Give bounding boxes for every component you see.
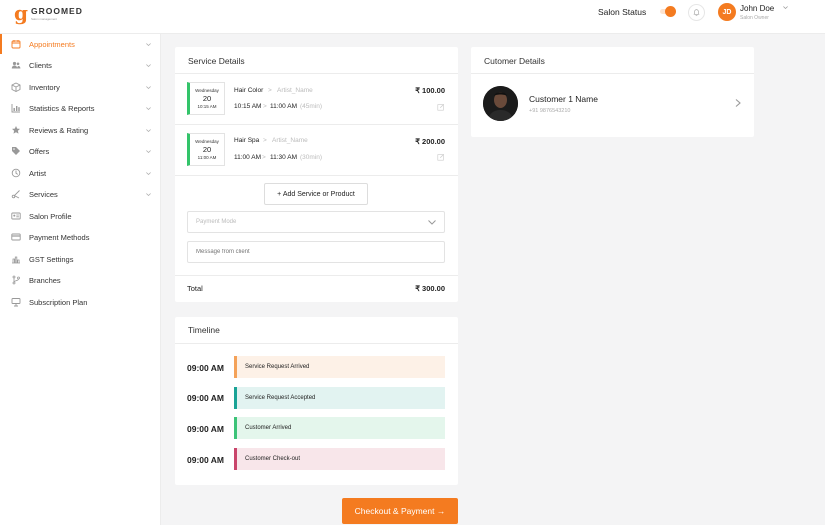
artist-icon [11,168,21,178]
service-artist[interactable]: Artist_Name [272,137,308,144]
sidebar-item-inventory[interactable]: Inventory [0,77,161,97]
chevron-down-icon[interactable] [145,62,152,69]
timeline-event: Customer Check-out [234,448,445,470]
timeline-time: 09:00 AM [187,363,225,373]
service-date-box: Wednesday 20 11:00 AM [187,133,225,166]
users-icon [11,60,21,70]
star-icon [11,125,21,135]
tag-icon [11,146,21,156]
total-label: Total [187,284,203,293]
service-duration: (45min) [300,103,323,110]
add-service-button[interactable]: + Add Service or Product [264,183,368,205]
credit-card-icon [11,232,21,242]
top-bar: g GROOMED Salon management Salon Status … [0,0,825,34]
profile-card-icon [11,211,21,221]
chevron-down-icon[interactable] [145,105,152,112]
service-price: ₹ 100.00 [415,86,445,95]
chevron-down-icon[interactable] [427,217,437,227]
sidebar-item-artist[interactable]: Artist [0,163,161,183]
salon-status-toggle[interactable] [660,5,676,19]
service-name: Hair Color [234,87,264,94]
branch-icon [11,275,21,285]
sidebar-item-branches[interactable]: Branches [0,270,161,290]
subscription-icon [11,297,21,307]
logo-tagline: Salon management [30,16,58,21]
chevron-down-icon[interactable] [145,41,152,48]
total-value: ₹ 300.00 [415,284,445,293]
chevron-down-icon[interactable] [145,127,152,134]
user-role: Salon Owner [740,15,769,21]
payment-mode-select[interactable]: Payment Mode [187,211,445,233]
logo[interactable]: g GROOMED Salon management [14,3,83,23]
timeline-time: 09:00 AM [187,455,225,465]
chevron-down-icon[interactable] [145,170,152,177]
service-end-time: 11:00 AM [270,103,297,110]
timeline-event: Service Request Arrived [234,356,445,378]
service-start-time: 11:00 AM [234,154,261,161]
scissors-icon [11,189,21,199]
chevron-right-icon: > [268,87,272,94]
divider [175,124,458,125]
sidebar-item-services[interactable]: Services [0,184,161,204]
chevron-right-icon: > [263,103,267,110]
chevron-down-icon[interactable] [782,4,789,11]
chevron-right-icon[interactable] [734,98,742,108]
sidebar-item-subscription-plan[interactable]: Subscription Plan [0,292,161,312]
sidebar-item-reviews-rating[interactable]: Reviews & Rating [0,120,161,140]
customer-phone: +91 9876543210 [529,108,571,114]
box-icon [11,82,21,92]
service-end-time: 11:30 AM [270,154,297,161]
edit-icon[interactable] [437,103,445,111]
chevron-right-icon: > [263,137,267,144]
chart-icon [11,103,21,113]
gst-icon [11,254,21,264]
sidebar-item-clients[interactable]: Clients [0,55,161,75]
logo-name: GROOMED [30,5,83,16]
divider [175,343,458,344]
service-artist[interactable]: Artist_Name [277,87,313,94]
timeline-time: 09:00 AM [187,424,225,434]
service-start-time: 10:15 AM [234,103,262,110]
salon-status-label: Salon Status [598,7,647,17]
sidebar-item-statistics-reports[interactable]: Statistics & Reports [0,98,161,118]
customer-avatar [483,86,518,121]
divider [175,275,458,276]
timeline-event: Service Request Accepted [234,387,445,409]
service-details-title: Service Details [188,56,245,66]
divider [471,73,754,74]
sidebar: Appointments Clients Inventory Statistic… [0,34,161,525]
sidebar-item-payment-methods[interactable]: Payment Methods [0,227,161,247]
chevron-right-icon: > [262,154,266,161]
timeline-event: Customer Arrived [234,417,445,439]
user-avatar[interactable]: JD [718,3,736,21]
sidebar-item-salon-profile[interactable]: Salon Profile [0,206,161,226]
divider [175,73,458,74]
sidebar-item-appointments[interactable]: Appointments [0,34,161,54]
customer-details-title: Cutomer Details [484,56,545,66]
chevron-down-icon[interactable] [145,191,152,198]
user-name[interactable]: John Doe [740,4,774,13]
logo-mark: g [14,1,28,25]
chevron-down-icon[interactable] [145,148,152,155]
notification-bell-icon[interactable] [688,4,705,21]
chevron-down-icon[interactable] [145,84,152,91]
calendar-icon [11,39,21,49]
service-date-box: Wednesday 20 10:15 AM [187,82,225,115]
divider [175,175,458,176]
service-price: ₹ 200.00 [415,137,445,146]
timeline-time: 09:00 AM [187,393,225,403]
message-input[interactable] [187,241,445,263]
service-duration: (30min) [300,154,323,161]
timeline-title: Timeline [188,325,220,335]
checkout-payment-button[interactable]: Checkout & Payment → [342,498,458,524]
sidebar-item-gst-settings[interactable]: GST Settings [0,249,161,269]
sidebar-item-offers[interactable]: Offers [0,141,161,161]
customer-name[interactable]: Customer 1 Name [529,94,598,104]
service-name: Hair Spa [234,137,260,144]
edit-icon[interactable] [437,153,445,161]
